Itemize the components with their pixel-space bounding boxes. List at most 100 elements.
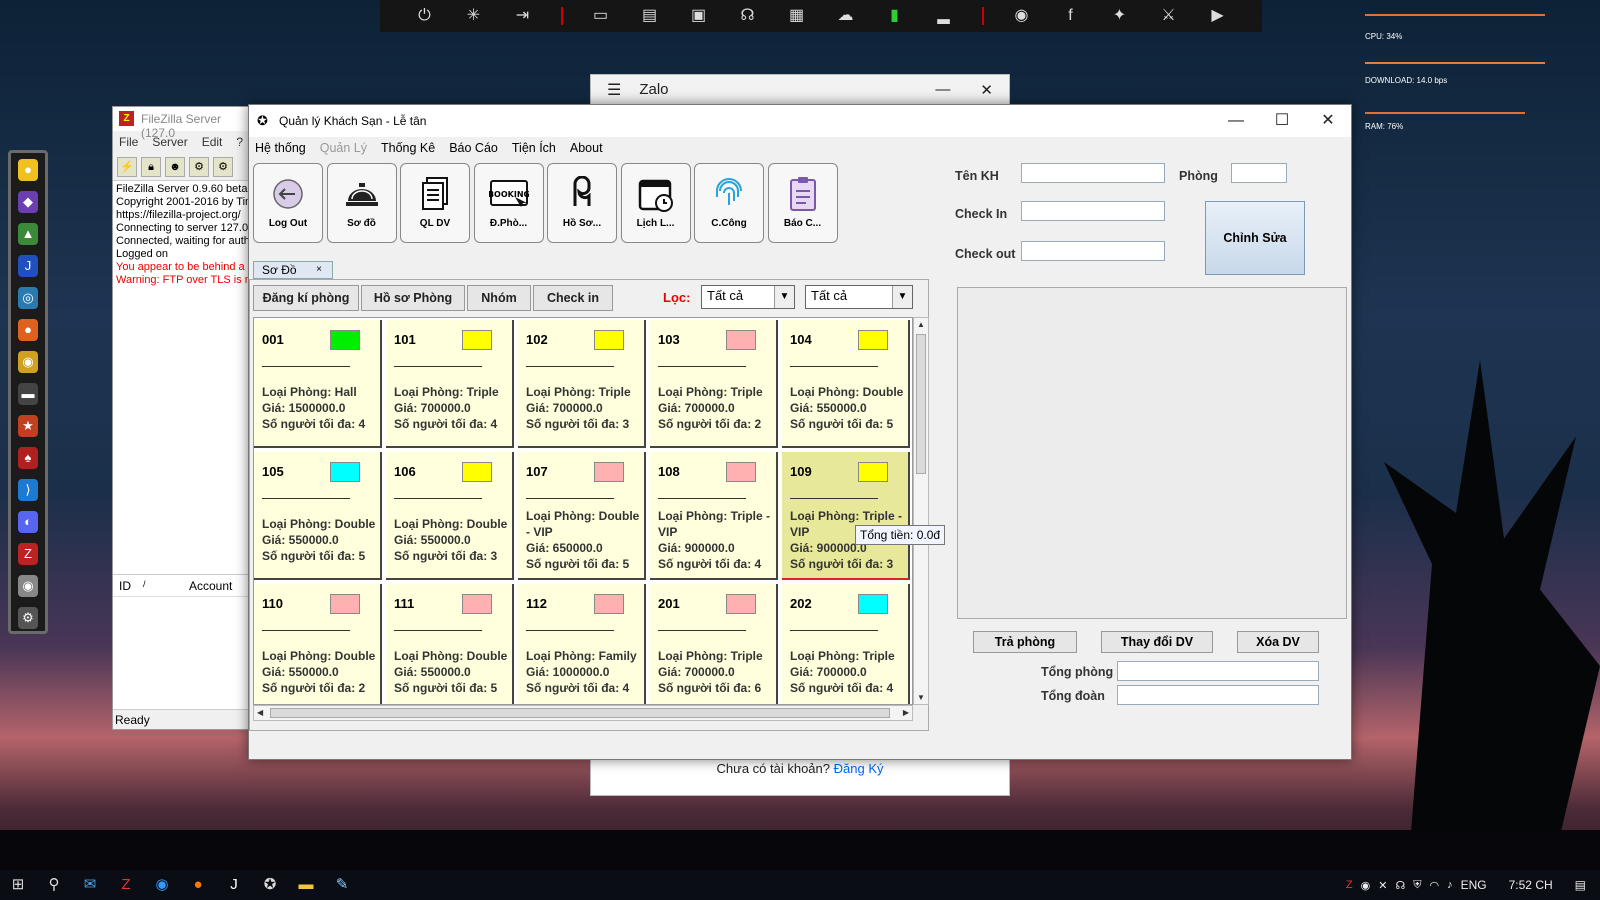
zalo-icon[interactable]: ◉ (144, 870, 180, 900)
maximize-icon[interactable]: ☐ (1259, 105, 1305, 137)
horizontal-scrollbar[interactable]: ◀ ▶ (253, 705, 913, 721)
toolbar-button-5[interactable]: Hồ Sơ... (547, 163, 617, 243)
menu-item[interactable]: Tiện Ích (512, 141, 556, 155)
filezilla-icon[interactable]: Z (108, 870, 144, 900)
minimize-icon[interactable]: — (935, 81, 950, 98)
volume-icon[interactable]: ♪ (1447, 879, 1453, 891)
nhom-button[interactable]: Nhóm (467, 285, 531, 311)
room-card[interactable]: 101 Loại Phòng: Triple Giá: 700000.0 Số ngư… (386, 320, 514, 448)
headphones-icon[interactable]: ☊ (737, 5, 759, 27)
bulb-icon[interactable]: ● (18, 159, 38, 181)
check-out-input[interactable] (1021, 241, 1165, 261)
tab-so-do[interactable]: Sơ Đồ × (253, 261, 333, 279)
windows-start-icon[interactable]: ⊞ (0, 870, 36, 900)
room-card[interactable]: 201 Loại Phòng: Triple Giá: 700000.0 Số ngư… (650, 584, 778, 704)
disc-icon[interactable]: ◉ (18, 575, 38, 597)
room-card[interactable]: 104 Loại Phòng: Double Giá: 550000.0 Số ngư… (782, 320, 910, 448)
folder-icon[interactable]: ▬ (288, 870, 324, 900)
app-icon[interactable]: ▲ (18, 223, 38, 245)
menu-item[interactable]: Báo Cáo (449, 141, 498, 155)
gallery-icon[interactable]: ▣ (688, 5, 710, 27)
filter-select-1[interactable]: Tất cả ▼ (701, 285, 795, 309)
hamburger-icon[interactable]: ☰ (607, 80, 621, 100)
menu-item[interactable]: About (570, 141, 603, 155)
toolbar-button-6[interactable]: Lịch L... (620, 163, 691, 243)
paint-icon[interactable]: ✎ (324, 870, 360, 900)
filter-select-2[interactable]: Tất cả ▼ (805, 285, 913, 309)
document-icon[interactable]: ▤ (639, 5, 661, 27)
scroll-thumb[interactable] (270, 708, 890, 718)
intellij-icon[interactable]: J (216, 870, 252, 900)
lock-icon[interactable]: 🔒︎ (141, 157, 161, 177)
power-icon[interactable]: ⏻ (414, 5, 436, 27)
chrome-icon[interactable]: ◉ (1011, 5, 1033, 27)
zalo-tray-icon[interactable]: ◉ (1361, 879, 1371, 892)
notification-icon[interactable]: ▤ (1575, 878, 1586, 892)
check-in-button[interactable]: Check in (533, 285, 613, 311)
close-icon[interactable]: ✕ (980, 81, 993, 99)
room-card[interactable]: 108 Loại Phòng: Triple - VIP Giá: 900000.0… (650, 452, 778, 580)
chevron-down-icon[interactable]: ▼ (774, 286, 794, 308)
room-card[interactable]: 202 Loại Phòng: Triple Giá: 700000.0 Số ngư… (782, 584, 910, 704)
scroll-down-icon[interactable]: ▼ (917, 693, 925, 702)
vscode-icon[interactable]: ⟩ (18, 479, 38, 501)
film-icon[interactable]: ▦ (786, 5, 808, 27)
fz-menu-item[interactable]: Edit (202, 135, 223, 149)
app-tray-icon[interactable]: ✕ (1378, 879, 1387, 892)
check-in-input[interactable] (1021, 201, 1165, 221)
filezilla-tray-icon[interactable]: Z (1346, 879, 1353, 891)
toolbar-button-3[interactable]: QL DV (400, 163, 470, 243)
fz-menu-item[interactable]: File (119, 135, 138, 149)
settings-icon[interactable]: ⚙ (18, 607, 38, 629)
dang-ki-phong-button[interactable]: Đăng kí phòng (253, 285, 359, 311)
ten-kh-input[interactable] (1021, 163, 1165, 183)
firefox-icon[interactable]: ● (180, 870, 216, 900)
wifi-icon[interactable]: ◠ (1430, 879, 1440, 892)
loading-icon[interactable]: ✳ (463, 5, 485, 27)
xoa-dv-button[interactable]: Xóa DV (1237, 631, 1319, 653)
chrome-icon[interactable]: ◉ (18, 351, 38, 373)
thay-doi-dv-button[interactable]: Thay đổi DV (1101, 631, 1213, 653)
hotel-app-icon[interactable]: ✪ (252, 870, 288, 900)
toolbar-button-4[interactable]: BOOKING Đ.Phò... (473, 163, 544, 243)
intellij-icon[interactable]: J (18, 255, 38, 277)
menu-item[interactable]: Thống Kê (381, 141, 435, 155)
room-card[interactable]: 109 Loại Phòng: Triple - VIP Giá: 900000.0… (782, 452, 910, 580)
col-id[interactable]: ID (119, 579, 143, 593)
monitor-icon[interactable]: ▭ (590, 5, 612, 27)
menu-item[interactable]: Hệ thống (255, 141, 306, 155)
room-card[interactable]: 106 Loại Phòng: Double Giá: 550000.0 Số ngư… (386, 452, 514, 580)
connect-icon[interactable]: ⚡ (117, 157, 137, 177)
filezilla-icon[interactable]: Z (18, 543, 38, 565)
close-icon[interactable]: ✕ (1305, 105, 1351, 137)
scroll-left-icon[interactable]: ◀ (257, 708, 263, 717)
shield-tray-icon[interactable]: ⛨ (1413, 879, 1421, 892)
tong-doan-input[interactable] (1117, 685, 1319, 705)
groups-icon[interactable]: ⚙ (189, 157, 209, 177)
users-icon[interactable]: ☻ (165, 157, 185, 177)
star-icon[interactable]: ★ (18, 415, 38, 437)
tab-close-icon[interactable]: × (316, 264, 322, 275)
network-icon[interactable]: ◎ (18, 287, 38, 309)
room-card[interactable]: 107 Loại Phòng: Double - VIP Giá: 650000.0… (518, 452, 646, 580)
settings-icon[interactable]: ⚙ (213, 157, 233, 177)
scroll-thumb[interactable] (916, 334, 926, 474)
mail-icon[interactable]: ✉ (72, 870, 108, 900)
cloud-icon[interactable]: ☁ (835, 5, 857, 27)
col-account[interactable]: Account (189, 579, 232, 593)
scroll-right-icon[interactable]: ▶ (903, 708, 909, 717)
room-card[interactable]: 001 Loại Phòng: Hall Giá: 1500000.0 Số ngườ… (254, 320, 382, 448)
edit-button[interactable]: Chỉnh Sửa (1205, 201, 1305, 275)
youtube-icon[interactable]: ▶ (1207, 5, 1229, 27)
room-card[interactable]: 110 Loại Phòng: Double Giá: 550000.0 Số ngư… (254, 584, 382, 704)
facebook-icon[interactable]: f (1060, 5, 1082, 27)
signup-link[interactable]: Đăng Ký (834, 761, 884, 776)
room-card[interactable]: 111 Loại Phòng: Double Giá: 550000.0 Số ngư… (386, 584, 514, 704)
room-card[interactable]: 102 Loại Phòng: Triple Giá: 700000.0 Số ngư… (518, 320, 646, 448)
game-icon[interactable]: ♠ (18, 447, 38, 469)
language-indicator[interactable]: ENG (1461, 878, 1487, 892)
headset-tray-icon[interactable]: ☊ (1395, 879, 1405, 892)
visual-studio-icon[interactable]: ◆ (18, 191, 38, 213)
scroll-up-icon[interactable]: ▲ (917, 320, 925, 329)
toolbar-button-1[interactable]: Log Out (253, 163, 323, 243)
